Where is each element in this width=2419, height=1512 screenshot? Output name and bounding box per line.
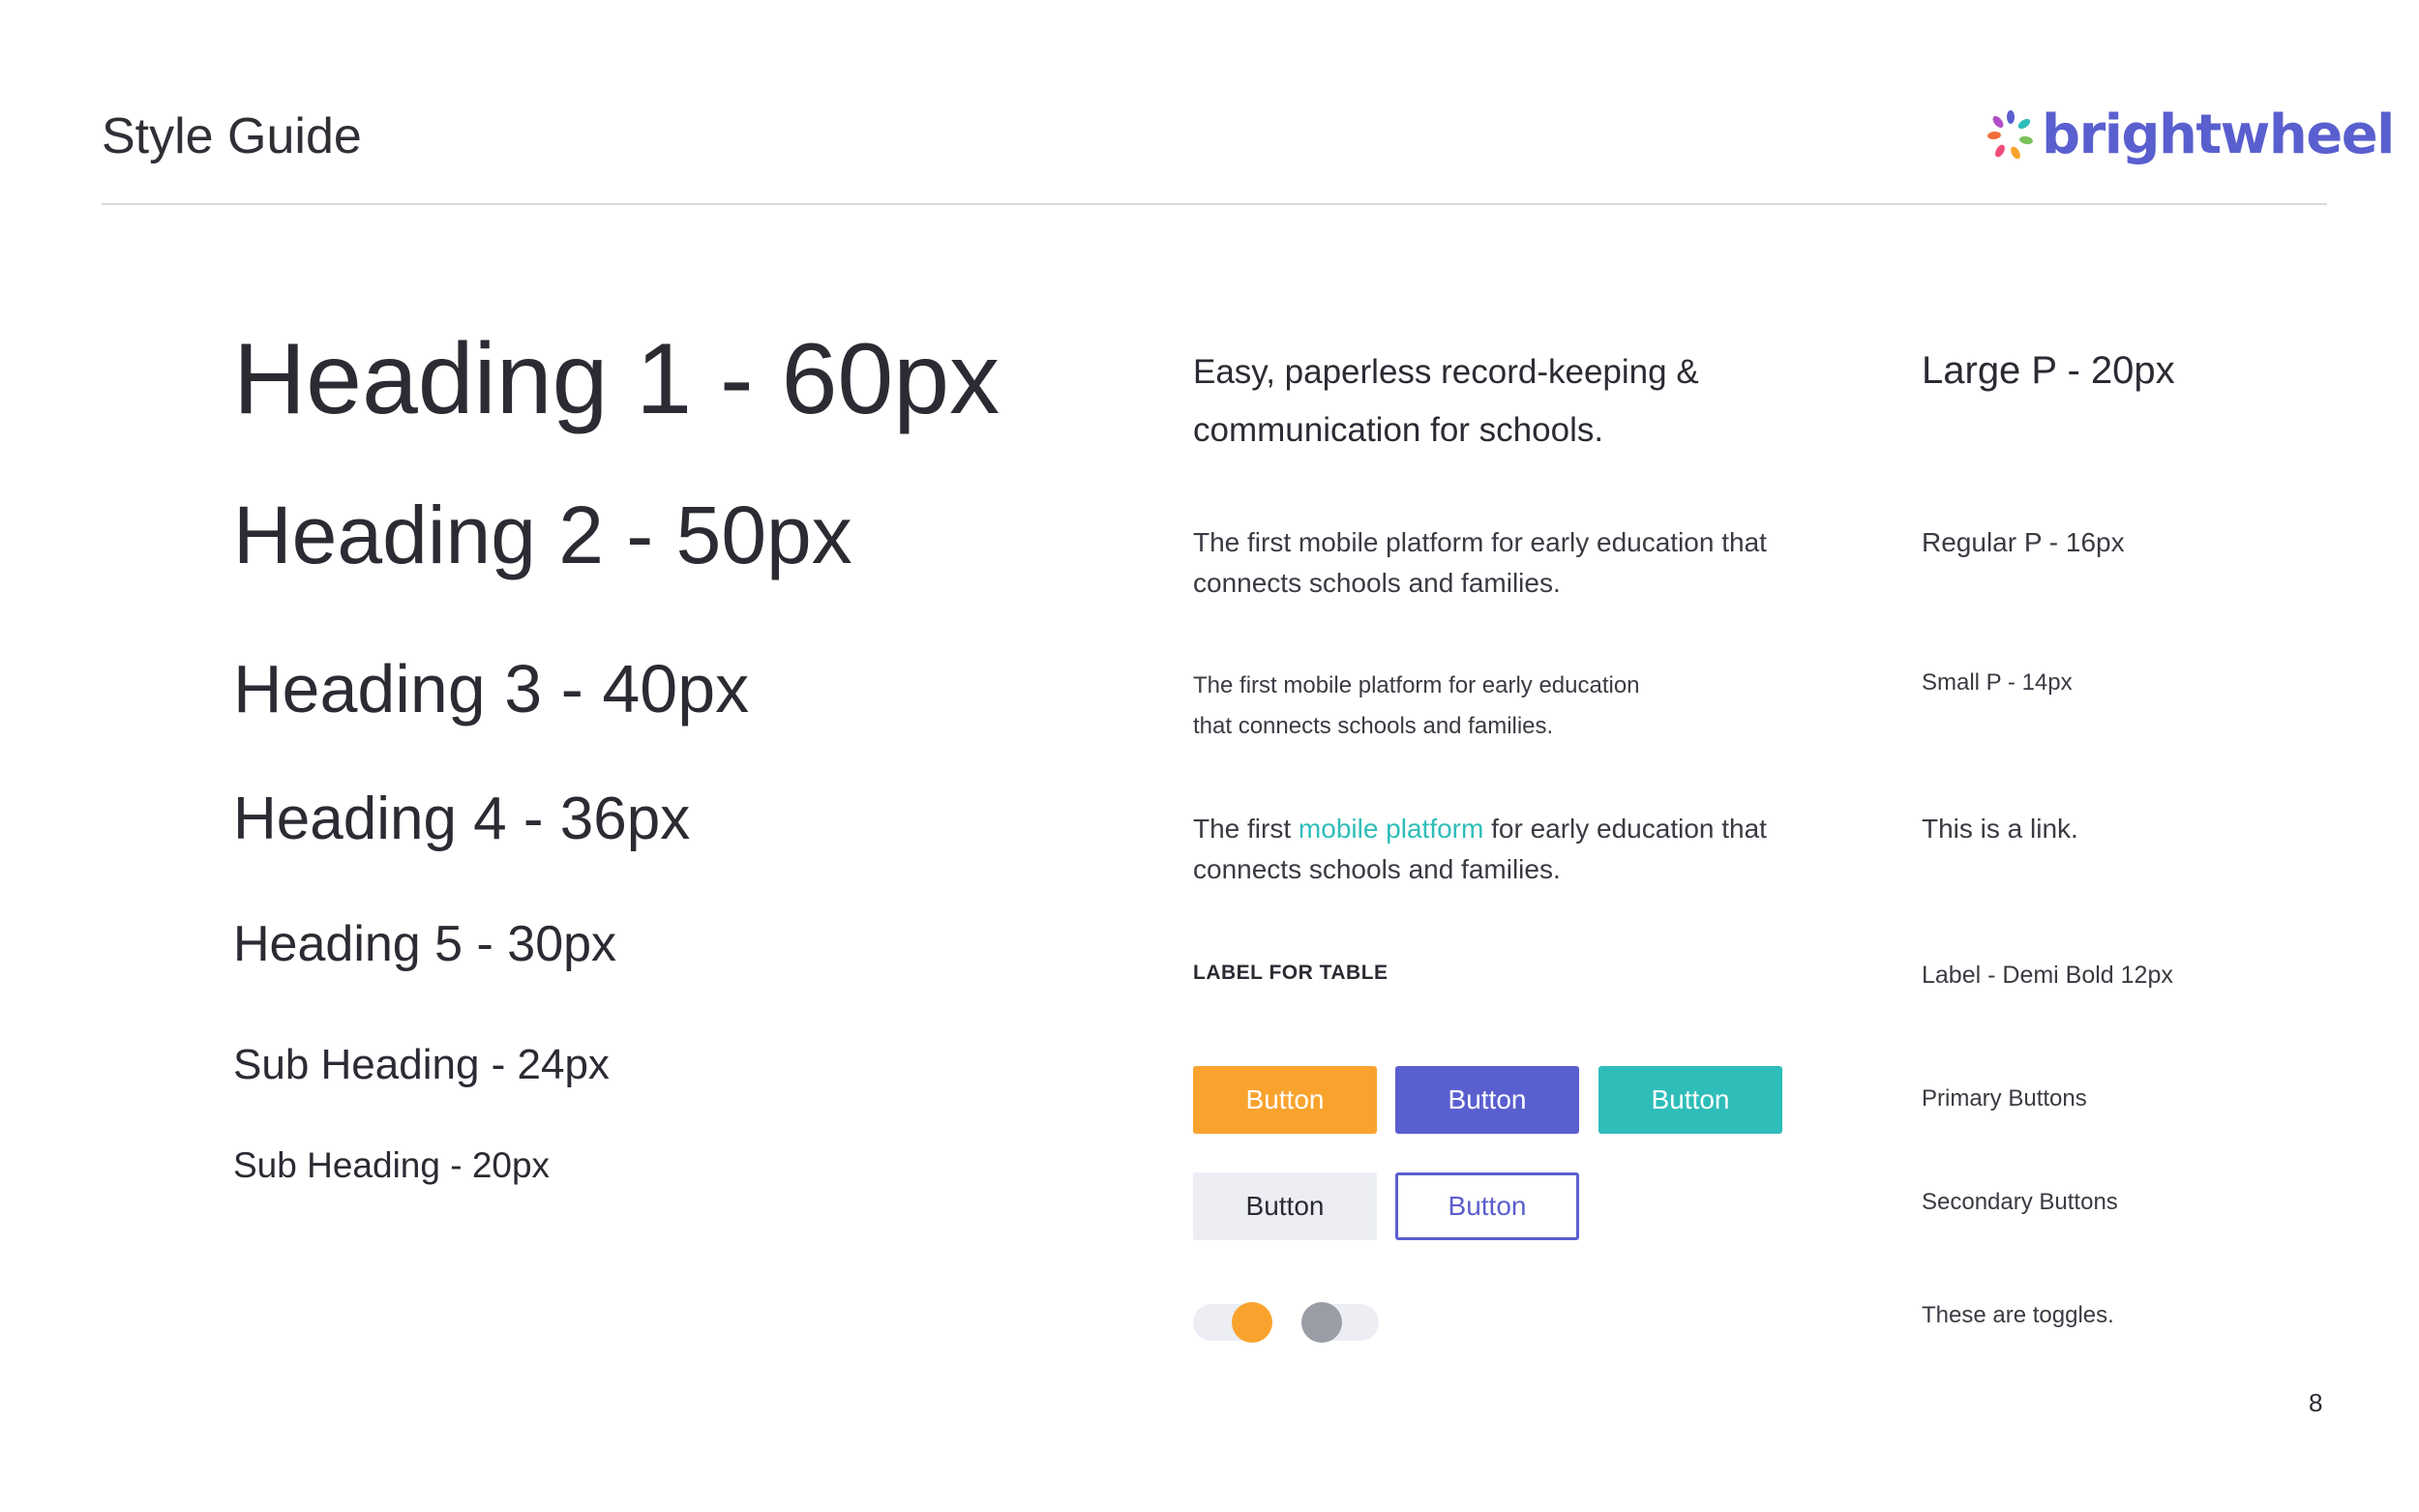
regular-paragraph-sample: The first mobile platform for early educ…	[1193, 527, 1767, 598]
regular-p-description: Regular P - 16px	[1922, 527, 2125, 557]
header-divider	[102, 203, 2327, 205]
large-paragraph-sample: Easy, paperless record-keeping & communi…	[1193, 353, 1699, 449]
primary-buttons-description: Primary Buttons	[1922, 1085, 2087, 1112]
small-paragraph-line-1: The first mobile platform for early educ…	[1193, 672, 1640, 698]
heading-5-sample: Heading 5 - 30px	[233, 916, 617, 972]
heading-3-sample: Heading 3 - 40px	[233, 651, 750, 726]
mobile-platform-link[interactable]: mobile platform	[1299, 814, 1483, 844]
link-paragraph-sample: The first mobile platform for early educ…	[1193, 809, 1851, 890]
small-paragraph-line-2: that connects schools and families.	[1193, 713, 1554, 739]
primary-teal-button[interactable]: Button	[1598, 1066, 1782, 1134]
sub-heading-24-sample: Sub Heading - 24px	[233, 1041, 610, 1088]
brightwheel-logo: brightwheel	[1986, 101, 2395, 170]
small-paragraph-sample: The first mobile platform for early educ…	[1193, 666, 1793, 747]
secondary-buttons-description: Secondary Buttons	[1922, 1189, 2118, 1215]
primary-purple-button[interactable]: Button	[1395, 1066, 1579, 1134]
secondary-outline-button[interactable]: Button	[1395, 1172, 1579, 1240]
page-title: Style Guide	[102, 108, 362, 164]
primary-orange-button[interactable]: Button	[1193, 1066, 1377, 1134]
secondary-gray-button[interactable]: Button	[1193, 1172, 1377, 1240]
heading-1-sample: Heading 1 - 60px	[233, 323, 1000, 435]
heading-2-sample: Heading 2 - 50px	[233, 489, 852, 580]
small-p-description: Small P - 14px	[1922, 669, 2073, 696]
table-label-sample: LABEL FOR TABLE	[1193, 962, 1389, 984]
toggle-knob	[1232, 1302, 1272, 1343]
toggle-knob	[1301, 1302, 1342, 1343]
toggle-off[interactable]	[1301, 1302, 1379, 1343]
toggle-on[interactable]	[1193, 1302, 1272, 1343]
page-number: 8	[2309, 1388, 2323, 1417]
toggles-description: These are toggles.	[1922, 1302, 2114, 1328]
link-paragraph-before: The first	[1193, 814, 1299, 844]
label-description: Label - Demi Bold 12px	[1922, 962, 2173, 989]
sub-heading-20-sample: Sub Heading - 20px	[233, 1145, 551, 1185]
link-description: This is a link.	[1922, 814, 2078, 844]
logo-wordmark: brightwheel	[2042, 104, 2395, 166]
heading-4-sample: Heading 4 - 36px	[233, 786, 691, 852]
large-p-description: Large P - 20px	[1922, 349, 2175, 392]
flower-burst-icon	[1987, 110, 2033, 160]
